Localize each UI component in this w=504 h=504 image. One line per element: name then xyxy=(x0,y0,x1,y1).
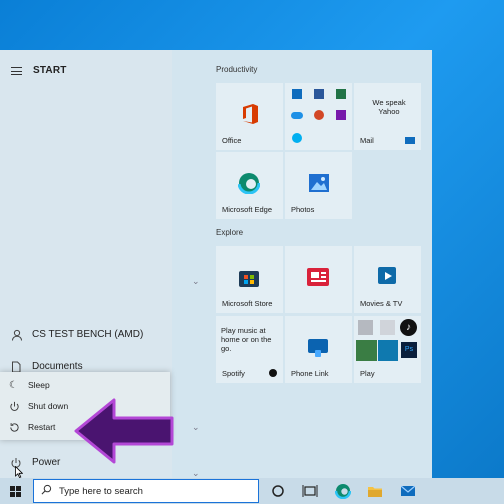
arrow-annotation xyxy=(74,398,174,464)
photos-icon xyxy=(309,174,329,192)
power-label: Power xyxy=(32,457,61,468)
shutdown-label: Shut down xyxy=(28,401,69,411)
tile-office[interactable]: Office xyxy=(216,83,283,150)
tile-store-label: Microsoft Store xyxy=(222,299,273,308)
mail-taskbar-icon[interactable] xyxy=(400,483,416,499)
user-account-item[interactable]: CS TEST BENCH (AMD) xyxy=(0,324,172,346)
restart-label: Restart xyxy=(28,422,56,432)
power-icon xyxy=(10,401,19,411)
file-explorer-icon[interactable] xyxy=(367,483,383,499)
user-icon xyxy=(12,329,22,341)
tiktok-icon: ♪ xyxy=(400,319,417,336)
tile-play-label: Play xyxy=(360,369,375,378)
tile-phone-link[interactable]: Phone Link xyxy=(285,316,352,383)
powerpoint-icon xyxy=(314,110,324,120)
restart-icon xyxy=(10,423,19,432)
chevron-down-icon[interactable]: ⌄ xyxy=(192,276,200,287)
sleep-option[interactable]: ☾ Sleep xyxy=(0,376,170,396)
store-icon xyxy=(239,271,259,287)
hamburger-icon[interactable] xyxy=(11,67,22,75)
movies-icon xyxy=(378,267,396,284)
game-thumb-icon xyxy=(356,340,377,361)
cortana-icon[interactable] xyxy=(270,483,286,499)
skype-icon xyxy=(292,133,302,143)
tile-edge-label: Microsoft Edge xyxy=(222,205,273,214)
tile-edge[interactable]: Microsoft Edge xyxy=(216,152,283,219)
spotify-icon xyxy=(269,369,277,377)
outlook-icon xyxy=(292,89,302,99)
edge-taskbar-icon[interactable] xyxy=(335,483,351,499)
taskbar: Type here to search xyxy=(0,478,504,504)
tile-news[interactable] xyxy=(285,246,352,313)
tile-mail-label: Mail xyxy=(360,136,374,145)
tile-spotify[interactable]: Play music at home or on the go. Spotify xyxy=(216,316,283,383)
game-thumb-icon xyxy=(380,320,395,335)
documents-label: Documents xyxy=(32,361,83,372)
word-icon xyxy=(314,89,324,99)
task-view-icon[interactable] xyxy=(302,483,318,499)
group-explore: Explore xyxy=(216,228,244,237)
start-title: START xyxy=(33,65,67,76)
tile-phone-link-label: Phone Link xyxy=(291,369,329,378)
onenote-icon xyxy=(336,110,346,120)
tile-office-label: Office xyxy=(222,136,242,145)
phone-link-icon xyxy=(308,339,328,357)
spotify-promo-text: Play music at home or on the go. xyxy=(221,326,272,353)
photoshop-icon: Ps xyxy=(401,342,417,358)
game-thumb-icon xyxy=(358,320,373,335)
tile-office-apps-folder[interactable] xyxy=(285,83,352,150)
tile-spotify-label: Spotify xyxy=(222,369,245,378)
office-icon xyxy=(243,104,258,124)
tile-play-folder[interactable]: ♪ Ps Play xyxy=(354,316,421,383)
group-productivity: Productivity xyxy=(216,65,258,74)
mail-icon xyxy=(405,137,415,144)
search-icon xyxy=(41,484,52,495)
sleep-label: Sleep xyxy=(28,380,50,390)
tile-movies[interactable]: Movies & TV xyxy=(354,246,421,313)
windows-start-icon[interactable] xyxy=(10,486,21,497)
excel-icon xyxy=(336,89,346,99)
tile-mail[interactable]: We speak Yahoo Mail xyxy=(354,83,421,150)
edge-icon xyxy=(238,172,260,194)
user-name: CS TEST BENCH (AMD) xyxy=(32,329,144,340)
prime-video-icon xyxy=(378,340,398,361)
tile-store[interactable]: Microsoft Store xyxy=(216,246,283,313)
tile-photos[interactable]: Photos xyxy=(285,152,352,219)
moon-icon: ☾ xyxy=(9,380,18,391)
mouse-cursor-icon xyxy=(15,466,23,478)
tile-photos-label: Photos xyxy=(291,205,315,214)
search-box[interactable]: Type here to search xyxy=(33,479,259,503)
onedrive-icon xyxy=(291,112,303,119)
chevron-down-icon[interactable]: ⌄ xyxy=(192,422,200,433)
news-icon xyxy=(307,268,329,286)
search-placeholder: Type here to search xyxy=(59,486,143,497)
tile-movies-label: Movies & TV xyxy=(360,299,403,308)
yahoo-promo-text: We speak Yahoo xyxy=(372,98,406,116)
